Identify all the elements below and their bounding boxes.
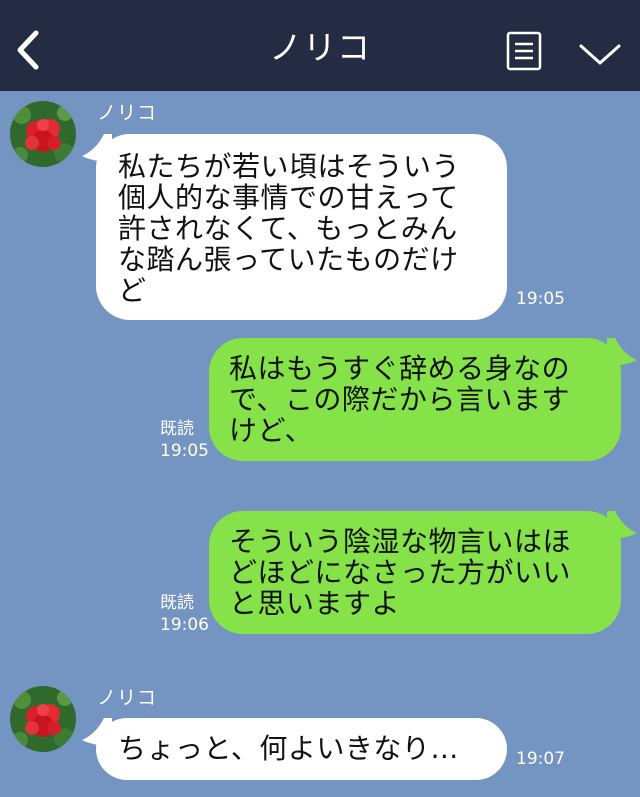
message-time: 19:06 <box>160 615 209 635</box>
read-receipt: 既読 <box>160 419 194 439</box>
chevron-down-icon[interactable] <box>578 38 622 68</box>
message-outgoing: 私はもうすぐ辞める身なの で、この際だから言います けど、 <box>209 338 637 461</box>
message-time: 19:05 <box>516 289 565 309</box>
avatar[interactable] <box>10 686 76 752</box>
message-time: 19:05 <box>160 441 209 461</box>
message-incoming: ちょっと、何よいきなり… <box>82 718 507 780</box>
message-time: 19:07 <box>516 749 565 769</box>
flower-avatar-image <box>10 686 76 752</box>
avatar[interactable] <box>10 101 76 167</box>
message-bubble[interactable]: 私たちが若い頃はそういう 個人的な事情での甘えって 許されなくて、もっとみん な… <box>96 134 507 320</box>
message-bubble[interactable]: ちょっと、何よいきなり… <box>96 718 507 780</box>
message-bubble[interactable]: 私はもうすぐ辞める身なの で、この際だから言います けど、 <box>209 338 621 461</box>
flower-avatar-image <box>10 101 76 167</box>
read-receipt: 既読 <box>160 593 194 613</box>
sender-name: ノリコ <box>97 102 158 124</box>
message-bubble[interactable]: そういう陰湿な物言いはほ どほどになさった方がいい と思いますよ <box>209 511 621 634</box>
message-outgoing: そういう陰湿な物言いはほ どほどになさった方がいい と思いますよ <box>209 511 637 634</box>
document-list-icon[interactable] <box>506 31 542 71</box>
message-incoming: 私たちが若い頃はそういう 個人的な事情での甘えって 許されなくて、もっとみん な… <box>82 134 507 320</box>
chat-header: ノリコ <box>0 0 640 91</box>
sender-name: ノリコ <box>97 687 158 709</box>
chat-title: ノリコ <box>269 28 371 67</box>
